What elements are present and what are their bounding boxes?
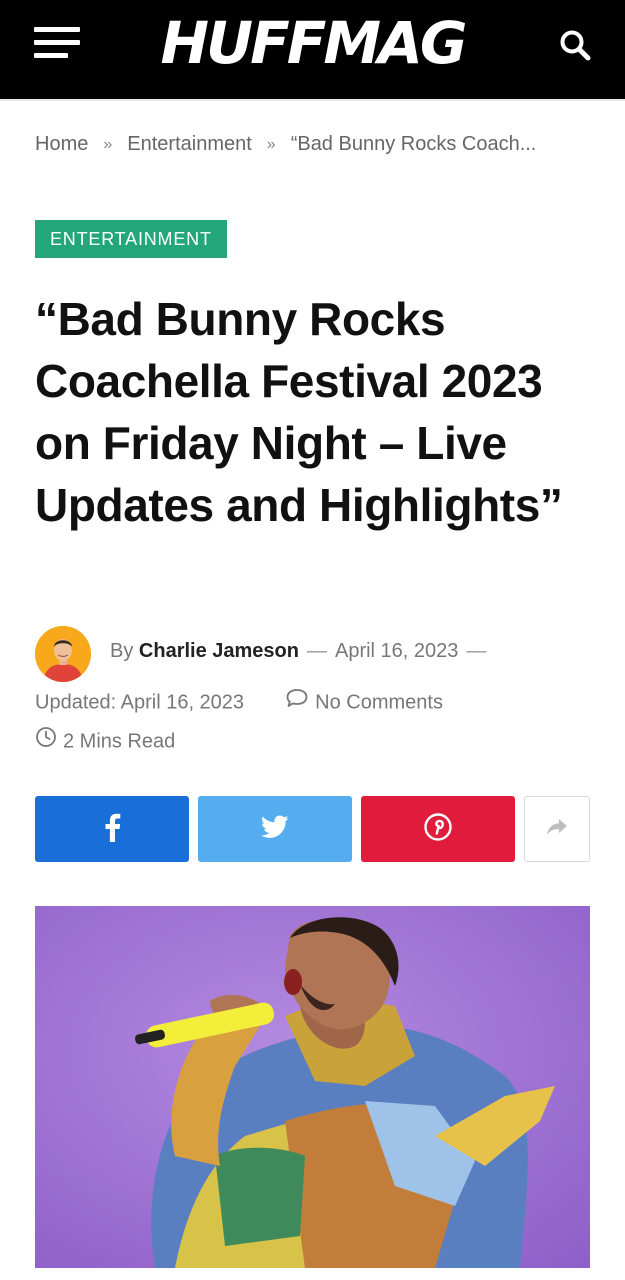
header-divider xyxy=(0,99,625,101)
meta-dash: — xyxy=(306,640,327,662)
facebook-icon xyxy=(103,812,121,847)
breadcrumb-separator: » xyxy=(103,136,113,153)
updated-date: April 16, 2023 xyxy=(120,691,245,714)
twitter-icon xyxy=(261,814,289,844)
breadcrumb-separator: » xyxy=(266,136,276,153)
read-time-text: 2 Mins Read xyxy=(63,730,176,753)
more-share-button[interactable] xyxy=(524,796,590,862)
facebook-share-button[interactable] xyxy=(35,796,189,862)
updated-meta: Updated: April 16, 2023 No Comments xyxy=(35,689,443,717)
pinterest-share-button[interactable] xyxy=(361,796,515,862)
publish-date: April 16, 2023 xyxy=(334,640,459,662)
author-avatar[interactable] xyxy=(35,626,91,682)
pinterest-icon xyxy=(424,812,452,846)
meta-dash: — xyxy=(466,640,487,662)
breadcrumb: Home » Entertainment » “Bad Bunny Rocks Coac… xyxy=(35,133,536,156)
clock-icon xyxy=(35,726,57,754)
read-time: 2 Mins Read xyxy=(35,726,176,756)
by-label: By xyxy=(110,640,134,662)
comment-icon xyxy=(285,687,309,715)
updated-label: Updated: xyxy=(35,691,117,714)
search-icon[interactable] xyxy=(557,27,593,63)
twitter-share-button[interactable] xyxy=(198,796,352,862)
breadcrumb-home[interactable]: Home xyxy=(35,133,88,155)
article-title: “Bad Bunny Rocks Coachella Festival 2023… xyxy=(35,293,563,531)
breadcrumb-current: “Bad Bunny Rocks Coach... xyxy=(290,133,537,155)
comments-link[interactable]: No Comments xyxy=(315,691,443,713)
category-badge[interactable]: ENTERTAINMENT xyxy=(35,220,227,258)
share-arrow-icon xyxy=(545,817,569,842)
site-header: HUFFMAG xyxy=(0,0,625,99)
breadcrumb-entertainment[interactable]: Entertainment xyxy=(127,133,252,155)
featured-image[interactable] xyxy=(35,906,590,1268)
article-meta: By Charlie Jameson — April 16, 2023 — xyxy=(110,640,494,663)
site-logo[interactable]: HUFFMAG xyxy=(0,12,625,74)
author-link[interactable]: Charlie Jameson xyxy=(139,640,299,662)
